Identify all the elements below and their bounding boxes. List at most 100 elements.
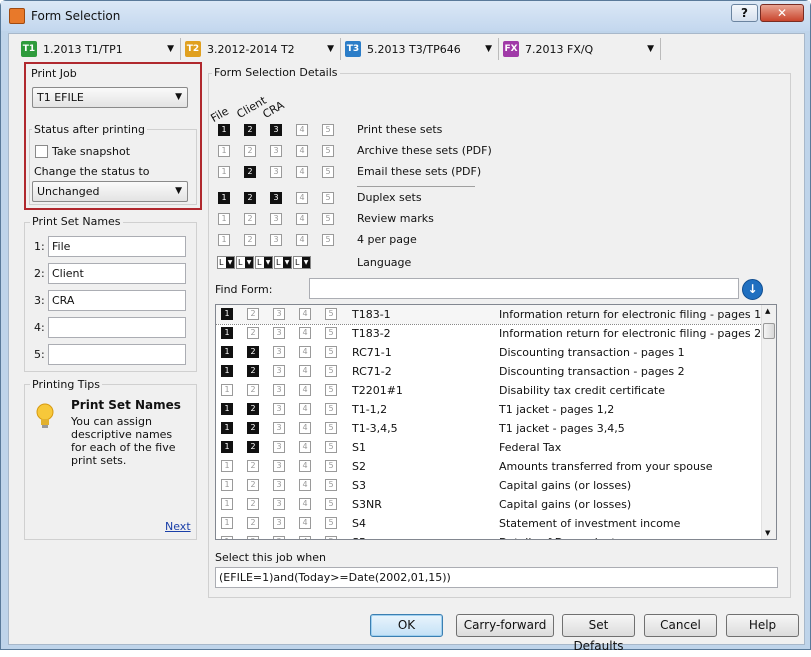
form-set-checkbox[interactable]: 5 — [325, 536, 337, 539]
form-set-checkbox[interactable]: 3 — [273, 327, 285, 339]
form-set-checkbox[interactable]: 1 — [221, 479, 233, 491]
set-checkbox[interactable]: 3 — [270, 234, 282, 246]
form-set-checkbox[interactable]: 5 — [325, 441, 337, 453]
form-set-checkbox[interactable]: 4 — [299, 498, 311, 510]
form-set-checkbox[interactable]: 4 — [299, 460, 311, 472]
form-set-checkbox[interactable]: 2 — [247, 498, 259, 510]
form-set-checkbox[interactable]: 5 — [325, 346, 337, 358]
form-set-checkbox[interactable]: 1 — [221, 346, 233, 358]
form-set-checkbox[interactable]: 2 — [247, 327, 259, 339]
form-set-checkbox[interactable]: 2 — [247, 422, 259, 434]
set-checkbox[interactable]: 5 — [322, 166, 334, 178]
form-set-checkbox[interactable]: 1 — [221, 403, 233, 415]
form-set-checkbox[interactable]: 4 — [299, 479, 311, 491]
chevron-down-icon[interactable]: ▼ — [167, 44, 174, 54]
form-set-checkbox[interactable]: 3 — [273, 536, 285, 539]
form-set-checkbox[interactable]: 5 — [325, 384, 337, 396]
form-set-checkbox[interactable]: 5 — [325, 327, 337, 339]
tab-t2[interactable]: T2 3.2012-2014 T2 ▼ — [181, 38, 341, 60]
form-set-checkbox[interactable]: 2 — [247, 460, 259, 472]
form-set-checkbox[interactable]: 4 — [299, 308, 311, 320]
form-set-checkbox[interactable]: 5 — [325, 365, 337, 377]
form-row[interactable]: 1 2 3 4 5 S3 Capital gains (or losses) — [216, 476, 762, 495]
form-set-checkbox[interactable]: 3 — [273, 422, 285, 434]
tab-fx[interactable]: FX 7.2013 FX/Q ▼ — [499, 38, 661, 60]
form-set-checkbox[interactable]: 3 — [273, 346, 285, 358]
set-checkbox[interactable]: 2 — [244, 234, 256, 246]
form-set-checkbox[interactable]: 4 — [299, 346, 311, 358]
chevron-down-icon[interactable]: ▼ — [327, 44, 334, 54]
tab-t1[interactable]: T1 1.2013 T1/TP1 ▼ — [17, 38, 181, 60]
form-row[interactable]: 1 2 3 4 5 S5 Details of Dependant — [216, 533, 762, 539]
form-set-checkbox[interactable]: 4 — [299, 536, 311, 539]
form-set-checkbox[interactable]: 2 — [247, 365, 259, 377]
form-set-checkbox[interactable]: 5 — [325, 498, 337, 510]
tips-next-link[interactable]: Next — [165, 520, 191, 533]
set-checkbox[interactable]: 2 — [244, 124, 256, 136]
find-arrow-icon[interactable]: ↓ — [742, 279, 763, 300]
set-checkbox[interactable]: 1 — [218, 145, 230, 157]
set-checkbox[interactable]: 1 — [218, 192, 230, 204]
vertical-scrollbar[interactable]: ▲ ▼ — [761, 305, 776, 539]
form-set-checkbox[interactable]: 2 — [247, 479, 259, 491]
form-set-checkbox[interactable]: 5 — [325, 517, 337, 529]
form-set-checkbox[interactable]: 1 — [221, 536, 233, 539]
form-set-checkbox[interactable]: 3 — [273, 308, 285, 320]
set-checkbox[interactable]: 4 — [296, 124, 308, 136]
language-select[interactable]: L ▼ — [236, 256, 254, 269]
language-select[interactable]: L ▼ — [217, 256, 235, 269]
form-set-checkbox[interactable]: 5 — [325, 403, 337, 415]
set-name-input-5[interactable] — [48, 344, 186, 365]
form-set-checkbox[interactable]: 4 — [299, 384, 311, 396]
set-checkbox[interactable]: 5 — [322, 234, 334, 246]
print-job-select[interactable]: T1 EFILE ▼ — [32, 87, 188, 108]
set-checkbox[interactable]: 1 — [218, 124, 230, 136]
cancel-button[interactable]: Cancel — [644, 614, 717, 637]
form-set-checkbox[interactable]: 1 — [221, 384, 233, 396]
form-set-checkbox[interactable]: 1 — [221, 517, 233, 529]
scroll-down-icon[interactable]: ▼ — [765, 529, 770, 537]
set-checkbox[interactable]: 1 — [218, 234, 230, 246]
close-button[interactable]: ✕ — [760, 4, 804, 22]
set-checkbox[interactable]: 5 — [322, 192, 334, 204]
take-snapshot-checkbox[interactable] — [35, 145, 48, 158]
find-form-input[interactable] — [309, 278, 739, 299]
set-checkbox[interactable]: 2 — [244, 192, 256, 204]
set-checkbox[interactable]: 5 — [322, 145, 334, 157]
language-select[interactable]: L ▼ — [255, 256, 273, 269]
form-row[interactable]: 1 2 3 4 5 T1-1,2 T1 jacket - pages 1,2 — [216, 400, 762, 419]
form-set-checkbox[interactable]: 3 — [273, 460, 285, 472]
form-row[interactable]: 1 2 3 4 5 S4 Statement of investment income — [216, 514, 762, 533]
form-row[interactable]: 1 2 3 4 5 S2 Amounts transferred from your spo… — [216, 457, 762, 476]
set-checkbox[interactable]: 2 — [244, 213, 256, 225]
form-set-checkbox[interactable]: 1 — [221, 498, 233, 510]
form-set-checkbox[interactable]: 2 — [247, 536, 259, 539]
set-checkbox[interactable]: 3 — [270, 166, 282, 178]
form-row[interactable]: 1 2 3 4 5 RC71-2 Discounting transaction - pag… — [216, 362, 762, 381]
set-name-input-2[interactable]: Client — [48, 263, 186, 284]
form-set-checkbox[interactable]: 5 — [325, 479, 337, 491]
form-set-checkbox[interactable]: 4 — [299, 517, 311, 529]
scroll-thumb[interactable] — [763, 323, 775, 339]
form-set-checkbox[interactable]: 3 — [273, 365, 285, 377]
select-when-input[interactable]: (EFILE=1)and(Today>=Date(2002,01,15)) — [215, 567, 778, 588]
form-set-checkbox[interactable]: 4 — [299, 441, 311, 453]
set-checkbox[interactable]: 2 — [244, 145, 256, 157]
language-select[interactable]: L ▼ — [274, 256, 292, 269]
form-set-checkbox[interactable]: 4 — [299, 365, 311, 377]
form-set-checkbox[interactable]: 2 — [247, 308, 259, 320]
set-checkbox[interactable]: 3 — [270, 192, 282, 204]
form-row[interactable]: 1 2 3 4 5 S3NR Capital gains (or losses) — [216, 495, 762, 514]
set-name-input-3[interactable]: CRA — [48, 290, 186, 311]
form-row[interactable]: 1 2 3 4 5 T1-3,4,5 T1 jacket - pages 3,4,5 — [216, 419, 762, 438]
set-checkbox[interactable]: 3 — [270, 213, 282, 225]
form-set-checkbox[interactable]: 1 — [221, 308, 233, 320]
chevron-down-icon[interactable]: ▼ — [647, 44, 654, 54]
form-set-checkbox[interactable]: 1 — [221, 441, 233, 453]
form-set-checkbox[interactable]: 5 — [325, 422, 337, 434]
form-set-checkbox[interactable]: 5 — [325, 308, 337, 320]
form-row[interactable]: 1 2 3 4 5 T2201#1 Disability tax credit certif… — [216, 381, 762, 400]
form-set-checkbox[interactable]: 1 — [221, 365, 233, 377]
set-checkbox[interactable]: 3 — [270, 145, 282, 157]
form-set-checkbox[interactable]: 5 — [325, 460, 337, 472]
